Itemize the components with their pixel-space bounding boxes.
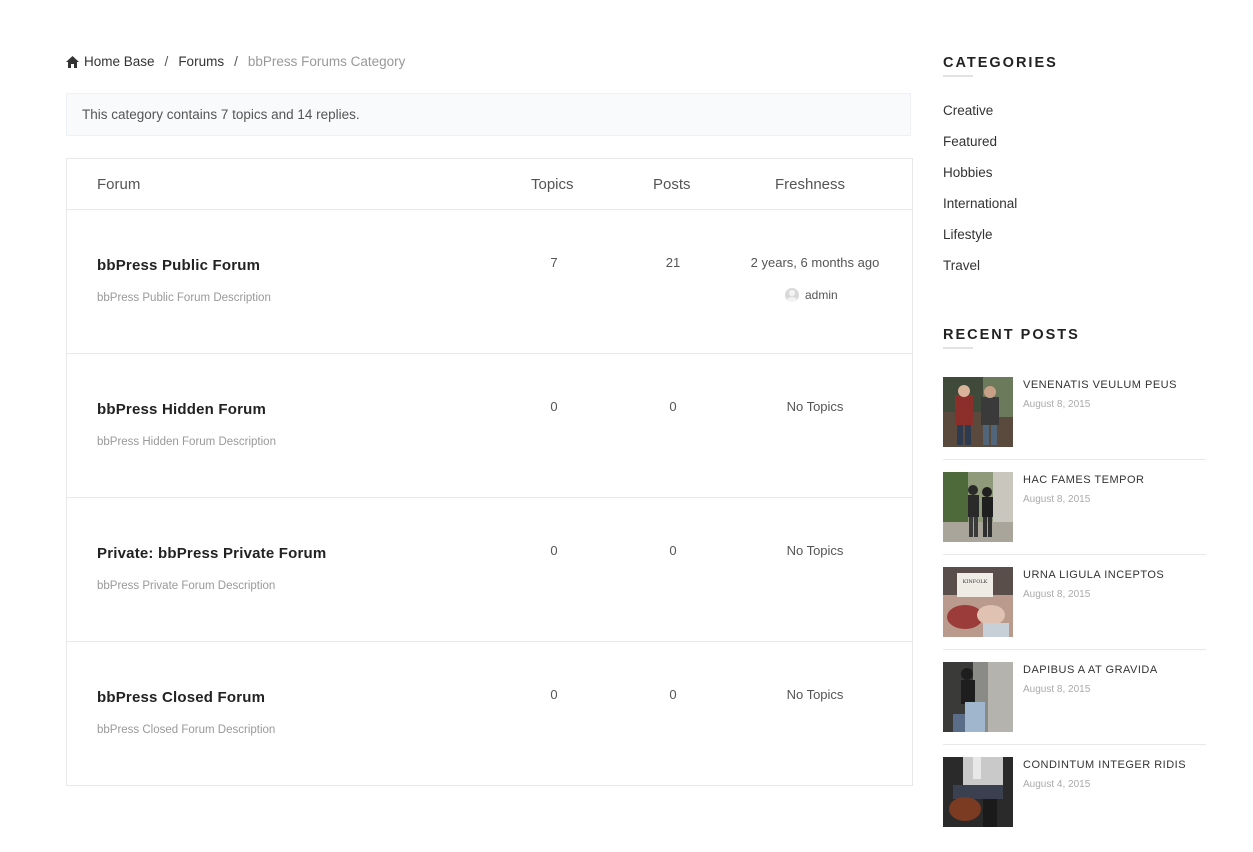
forum-freshness: No Topics bbox=[786, 543, 844, 558]
category-link-featured[interactable]: Featured bbox=[943, 134, 997, 149]
forum-title-link[interactable]: Private: bbPress Private Forum bbox=[97, 545, 326, 562]
post-thumbnail[interactable] bbox=[943, 757, 1013, 827]
forum-last-author[interactable]: admin bbox=[785, 288, 838, 302]
recent-post-title-link[interactable]: VENENATIS VEULUM PEUS bbox=[1023, 379, 1177, 391]
home-icon bbox=[66, 55, 79, 68]
categories-widget-title: CATEGORIES bbox=[943, 55, 1058, 71]
forum-topic-count: 7 bbox=[550, 255, 558, 270]
header-forum: Forum bbox=[97, 176, 141, 193]
category-notice: This category contains 7 topics and 14 r… bbox=[66, 93, 911, 136]
recent-post-title-link[interactable]: CONDINTUM INTEGER RIDIS bbox=[1023, 759, 1186, 771]
breadcrumb: Home Base / Forums / bbPress Forums Cate… bbox=[66, 54, 405, 69]
title-divider bbox=[943, 75, 973, 77]
forum-post-count: 0 bbox=[669, 399, 677, 414]
recent-post-title-link[interactable]: HAC FAMES TEMPOR bbox=[1023, 474, 1144, 486]
category-link-hobbies[interactable]: Hobbies bbox=[943, 165, 993, 180]
recent-post-date: August 8, 2015 bbox=[1023, 399, 1091, 410]
forum-post-count: 0 bbox=[669, 687, 677, 702]
author-name: admin bbox=[805, 288, 838, 302]
forum-description: bbPress Private Forum Description bbox=[97, 580, 276, 592]
forum-description: bbPress Hidden Forum Description bbox=[97, 436, 276, 448]
forum-row: bbPress Closed Forum bbPress Closed Foru… bbox=[67, 642, 912, 785]
post-thumbnail[interactable]: KINFOLK bbox=[943, 567, 1013, 637]
forum-topic-count: 0 bbox=[550, 399, 558, 414]
forum-freshness-link[interactable]: 2 years, 6 months ago bbox=[735, 255, 895, 270]
forum-table: Forum Topics Posts Freshness bbPress Pub… bbox=[66, 158, 913, 786]
recent-post-date: August 8, 2015 bbox=[1023, 684, 1091, 695]
recent-post-title-link[interactable]: URNA LIGULA INCEPTOS bbox=[1023, 569, 1164, 581]
recent-post-item: HAC FAMES TEMPOR August 8, 2015 bbox=[943, 472, 1206, 567]
forum-topic-count: 0 bbox=[550, 543, 558, 558]
header-freshness: Freshness bbox=[775, 176, 846, 193]
divider bbox=[943, 744, 1206, 745]
category-link-lifestyle[interactable]: Lifestyle bbox=[943, 227, 993, 242]
forum-title-link[interactable]: bbPress Closed Forum bbox=[97, 689, 265, 706]
forum-description: bbPress Closed Forum Description bbox=[97, 724, 276, 736]
recent-post-item: KINFOLK URNA LIGULA INCEPTOS August 8, 2… bbox=[943, 567, 1206, 662]
divider bbox=[943, 554, 1206, 555]
title-divider bbox=[943, 347, 973, 349]
thumbnail-text: KINFOLK bbox=[963, 579, 988, 585]
recent-post-item: DAPIBUS A AT GRAVIDA August 8, 2015 bbox=[943, 662, 1206, 757]
breadcrumb-current: bbPress Forums Category bbox=[247, 54, 406, 69]
category-link-international[interactable]: International bbox=[943, 196, 1017, 211]
post-thumbnail[interactable] bbox=[943, 472, 1013, 542]
forum-description: bbPress Public Forum Description bbox=[97, 292, 271, 304]
recent-post-item: CONDINTUM INTEGER RIDIS August 4, 2015 bbox=[943, 757, 1206, 852]
recent-post-item: VENENATIS VEULUM PEUS August 8, 2015 bbox=[943, 377, 1206, 472]
recent-post-title-link[interactable]: DAPIBUS A AT GRAVIDA bbox=[1023, 664, 1158, 676]
breadcrumb-forums-link[interactable]: Forums bbox=[178, 54, 224, 69]
recent-posts-widget-title: RECENT POSTS bbox=[943, 327, 1080, 343]
divider bbox=[943, 649, 1206, 650]
forum-topic-count: 0 bbox=[550, 687, 558, 702]
header-topics: Topics bbox=[531, 176, 574, 193]
breadcrumb-separator: / bbox=[164, 54, 169, 69]
recent-post-date: August 4, 2015 bbox=[1023, 779, 1091, 790]
forum-row: bbPress Public Forum bbPress Public Foru… bbox=[67, 210, 912, 354]
breadcrumb-separator: / bbox=[234, 54, 238, 69]
forum-freshness: No Topics bbox=[786, 687, 844, 702]
divider bbox=[943, 459, 1206, 460]
post-thumbnail[interactable] bbox=[943, 377, 1013, 447]
forum-freshness: No Topics bbox=[786, 399, 844, 414]
header-posts: Posts bbox=[653, 176, 691, 193]
forum-row: Private: bbPress Private Forum bbPress P… bbox=[67, 498, 912, 642]
avatar bbox=[785, 288, 799, 302]
category-link-creative[interactable]: Creative bbox=[943, 103, 993, 118]
breadcrumb-home-link[interactable]: Home Base bbox=[84, 54, 155, 69]
forum-post-count: 21 bbox=[665, 255, 681, 270]
recent-post-date: August 8, 2015 bbox=[1023, 589, 1091, 600]
forum-post-count: 0 bbox=[669, 543, 677, 558]
forum-title-link[interactable]: bbPress Hidden Forum bbox=[97, 401, 266, 418]
recent-post-date: August 8, 2015 bbox=[1023, 494, 1091, 505]
post-thumbnail[interactable] bbox=[943, 662, 1013, 732]
forum-table-header: Forum Topics Posts Freshness bbox=[67, 159, 912, 210]
forum-title-link[interactable]: bbPress Public Forum bbox=[97, 257, 260, 274]
forum-row: bbPress Hidden Forum bbPress Hidden Foru… bbox=[67, 354, 912, 498]
category-link-travel[interactable]: Travel bbox=[943, 258, 980, 273]
